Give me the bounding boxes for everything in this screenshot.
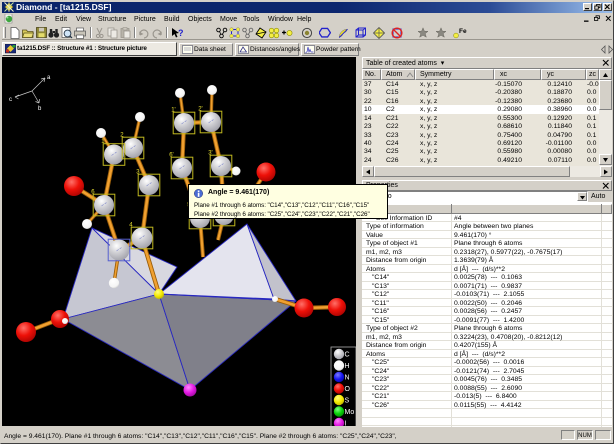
svg-text:6': 6' (169, 152, 173, 158)
svg-text:Mo: Mo (345, 409, 355, 416)
svg-text:I: I (345, 421, 347, 427)
svg-text:H: H (345, 363, 350, 370)
svg-text:a: a (47, 75, 51, 81)
svg-text:b: b (38, 106, 42, 112)
svg-text:C: C (345, 352, 350, 359)
svg-text:S: S (345, 398, 350, 405)
svg-text:c: c (9, 97, 12, 103)
svg-text:2': 2' (198, 106, 202, 112)
svg-text:Fe: Fe (459, 28, 467, 35)
svg-text:3': 3' (208, 150, 212, 156)
svg-text:O: O (345, 386, 351, 393)
svg-text:N: N (345, 375, 350, 382)
svg-text:1': 1' (171, 107, 175, 113)
svg-text:?: ? (178, 28, 184, 38)
